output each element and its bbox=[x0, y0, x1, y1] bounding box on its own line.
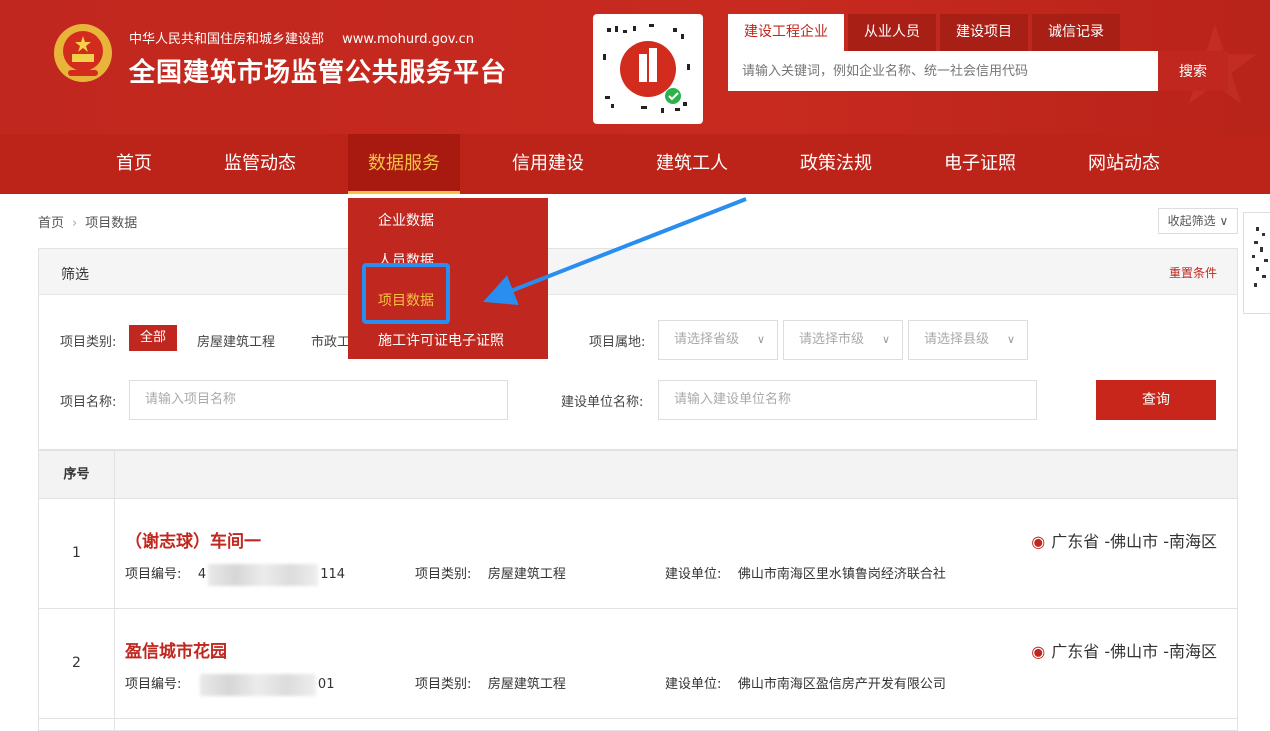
row-index: 2 bbox=[39, 609, 115, 718]
builder-name-label: 建设单位名称: bbox=[561, 395, 644, 410]
location-pin-icon: ◉ bbox=[1031, 532, 1046, 551]
project-code-suffix: 114 bbox=[320, 567, 346, 582]
platform-title: 全国建筑市场监管公共服务平台 bbox=[129, 58, 508, 88]
county-select-placeholder: 请选择县级 bbox=[924, 332, 990, 347]
nav-item-data-service[interactable]: 数据服务 bbox=[348, 134, 460, 194]
project-type-label: 项目类别: bbox=[415, 567, 472, 582]
chevron-down-icon: ∨ bbox=[1219, 214, 1229, 228]
project-code-prefix: 4 bbox=[197, 567, 207, 582]
side-qr-code[interactable] bbox=[1243, 212, 1270, 314]
row-index bbox=[39, 719, 115, 731]
project-location: ◉ 广东省 -佛山市 -南海区 bbox=[1031, 638, 1217, 662]
mini-program-qr-code bbox=[593, 14, 703, 124]
project-type-label: 项目类别: bbox=[415, 677, 472, 692]
qr-code-icon bbox=[1252, 227, 1268, 287]
ministry-line: 中华人民共和国住房和城乡建设部 www.mohurd.gov.cn bbox=[129, 28, 474, 47]
project-code: 项目编号: 01 bbox=[125, 673, 334, 696]
main-nav: 首页 监管动态 数据服务 信用建设 建筑工人 政策法规 电子证照 网站动态 bbox=[0, 134, 1270, 194]
project-code: 项目编号: 4 114 bbox=[125, 563, 345, 586]
qr-code-icon bbox=[603, 24, 690, 113]
nav-item-site-news[interactable]: 网站动态 bbox=[1076, 134, 1172, 194]
search-tab-enterprise[interactable]: 建设工程企业 bbox=[728, 14, 844, 51]
ministry-url[interactable]: www.mohurd.gov.cn bbox=[342, 32, 474, 47]
row-index: 1 bbox=[39, 499, 115, 608]
builder-name-placeholder: 请输入建设单位名称 bbox=[674, 392, 792, 407]
filter-panel-header: 筛选 重置条件 bbox=[39, 249, 1237, 295]
project-location: ◉ 广东省 -佛山市 -南海区 bbox=[1031, 528, 1217, 552]
highlight-box bbox=[362, 263, 450, 324]
breadcrumb-home[interactable]: 首页 bbox=[38, 216, 64, 231]
chevron-down-icon: ∨ bbox=[756, 333, 765, 346]
location-label: 项目属地: bbox=[589, 335, 646, 350]
construction-unit: 建设单位: 佛山市南海区盈信房产开发有限公司 bbox=[665, 673, 946, 692]
nav-item-home[interactable]: 首页 bbox=[98, 134, 170, 194]
dropdown-item-enterprise-data[interactable]: 企业数据 bbox=[378, 210, 434, 230]
province-select[interactable]: 请选择省级 ∨ bbox=[658, 320, 778, 360]
nav-item-workers[interactable]: 建筑工人 bbox=[644, 134, 740, 194]
breadcrumb-current: 项目数据 bbox=[85, 216, 138, 231]
chevron-down-icon: ∨ bbox=[881, 333, 890, 346]
city-select-placeholder: 请选择市级 bbox=[799, 332, 865, 347]
table-row: 1 （谢志球）车间一 ◉ 广东省 -佛山市 -南海区 项目编号: 4 114 项目类… bbox=[38, 499, 1238, 609]
project-name-link[interactable]: 盈信城市花园 bbox=[125, 637, 227, 662]
ministry-name: 中华人民共和国住房和城乡建设部 bbox=[129, 32, 325, 47]
category-label: 项目类别: bbox=[60, 335, 117, 350]
search-tab-credit[interactable]: 诚信记录 bbox=[1032, 14, 1120, 51]
search-input[interactable] bbox=[728, 51, 1158, 91]
county-select[interactable]: 请选择县级 ∨ bbox=[908, 320, 1028, 360]
project-type: 项目类别: 房屋建筑工程 bbox=[415, 563, 566, 582]
search-tab-project[interactable]: 建设项目 bbox=[940, 14, 1028, 51]
nav-item-e-license[interactable]: 电子证照 bbox=[932, 134, 1028, 194]
reset-filters-link[interactable]: 重置条件 bbox=[1169, 264, 1217, 281]
category-chip-building[interactable]: 房屋建筑工程 bbox=[197, 331, 275, 350]
construction-unit-label: 建设单位: bbox=[665, 677, 722, 692]
city-select[interactable]: 请选择市级 ∨ bbox=[783, 320, 903, 360]
category-chip-all[interactable]: 全部 bbox=[129, 325, 177, 351]
dropdown-item-construction-permit[interactable]: 施工许可证电子证照 bbox=[378, 330, 504, 350]
redacted-block bbox=[199, 673, 316, 696]
project-name-placeholder: 请输入项目名称 bbox=[145, 392, 237, 407]
project-code-suffix: 01 bbox=[317, 677, 335, 692]
collapse-filter-label: 收起筛选 bbox=[1167, 214, 1216, 228]
project-type-value: 房屋建筑工程 bbox=[487, 567, 566, 582]
chevron-right-icon: › bbox=[72, 216, 78, 231]
table-header: 序号 bbox=[38, 450, 1238, 499]
chevron-down-icon: ∨ bbox=[1006, 333, 1015, 346]
filter-title: 筛选 bbox=[61, 267, 89, 283]
project-type-value: 房屋建筑工程 bbox=[487, 677, 566, 692]
project-name-link[interactable]: （谢志球）车间一 bbox=[125, 527, 261, 552]
query-button[interactable]: 查询 bbox=[1096, 380, 1216, 420]
builder-name-input[interactable]: 请输入建设单位名称 bbox=[658, 380, 1037, 420]
search-box: 搜索 bbox=[728, 51, 1228, 91]
search-button[interactable]: 搜索 bbox=[1158, 51, 1228, 91]
site-header: 中华人民共和国住房和城乡建设部 www.mohurd.gov.cn 全国建筑市场… bbox=[0, 0, 1270, 134]
table-row bbox=[38, 719, 1238, 731]
collapse-filter-button[interactable]: 收起筛选 ∨ bbox=[1158, 208, 1238, 234]
project-name-label: 项目名称: bbox=[60, 395, 117, 410]
project-type: 项目类别: 房屋建筑工程 bbox=[415, 673, 566, 692]
province-select-placeholder: 请选择省级 bbox=[674, 332, 740, 347]
national-emblem-icon bbox=[54, 24, 112, 82]
table-row: 2 盈信城市花园 ◉ 广东省 -佛山市 -南海区 项目编号: 01 项目类别: 房… bbox=[38, 609, 1238, 719]
project-code-label: 项目编号: bbox=[125, 567, 182, 582]
search-tabs: 建设工程企业 从业人员 建设项目 诚信记录 bbox=[728, 14, 1124, 51]
construction-unit-value: 佛山市南海区里水镇鲁岗经济联合社 bbox=[737, 567, 946, 582]
construction-unit-value: 佛山市南海区盈信房产开发有限公司 bbox=[737, 677, 946, 692]
project-code-label: 项目编号: bbox=[125, 677, 182, 692]
search-tab-personnel[interactable]: 从业人员 bbox=[848, 14, 936, 51]
location-pin-icon: ◉ bbox=[1031, 642, 1046, 661]
breadcrumb: 首页 › 项目数据 bbox=[38, 212, 137, 231]
category-chip-municipal[interactable]: 市政工 bbox=[311, 331, 350, 350]
redacted-block bbox=[208, 563, 319, 586]
construction-unit: 建设单位: 佛山市南海区里水镇鲁岗经济联合社 bbox=[665, 563, 946, 582]
nav-item-policy[interactable]: 政策法规 bbox=[788, 134, 884, 194]
project-location-text: 广东省 -佛山市 -南海区 bbox=[1051, 532, 1217, 551]
construction-unit-label: 建设单位: bbox=[665, 567, 722, 582]
column-header-index: 序号 bbox=[39, 451, 115, 498]
nav-item-credit[interactable]: 信用建设 bbox=[500, 134, 596, 194]
nav-item-regulation-news[interactable]: 监管动态 bbox=[212, 134, 308, 194]
project-location-text: 广东省 -佛山市 -南海区 bbox=[1051, 642, 1217, 661]
project-name-input[interactable]: 请输入项目名称 bbox=[129, 380, 508, 420]
